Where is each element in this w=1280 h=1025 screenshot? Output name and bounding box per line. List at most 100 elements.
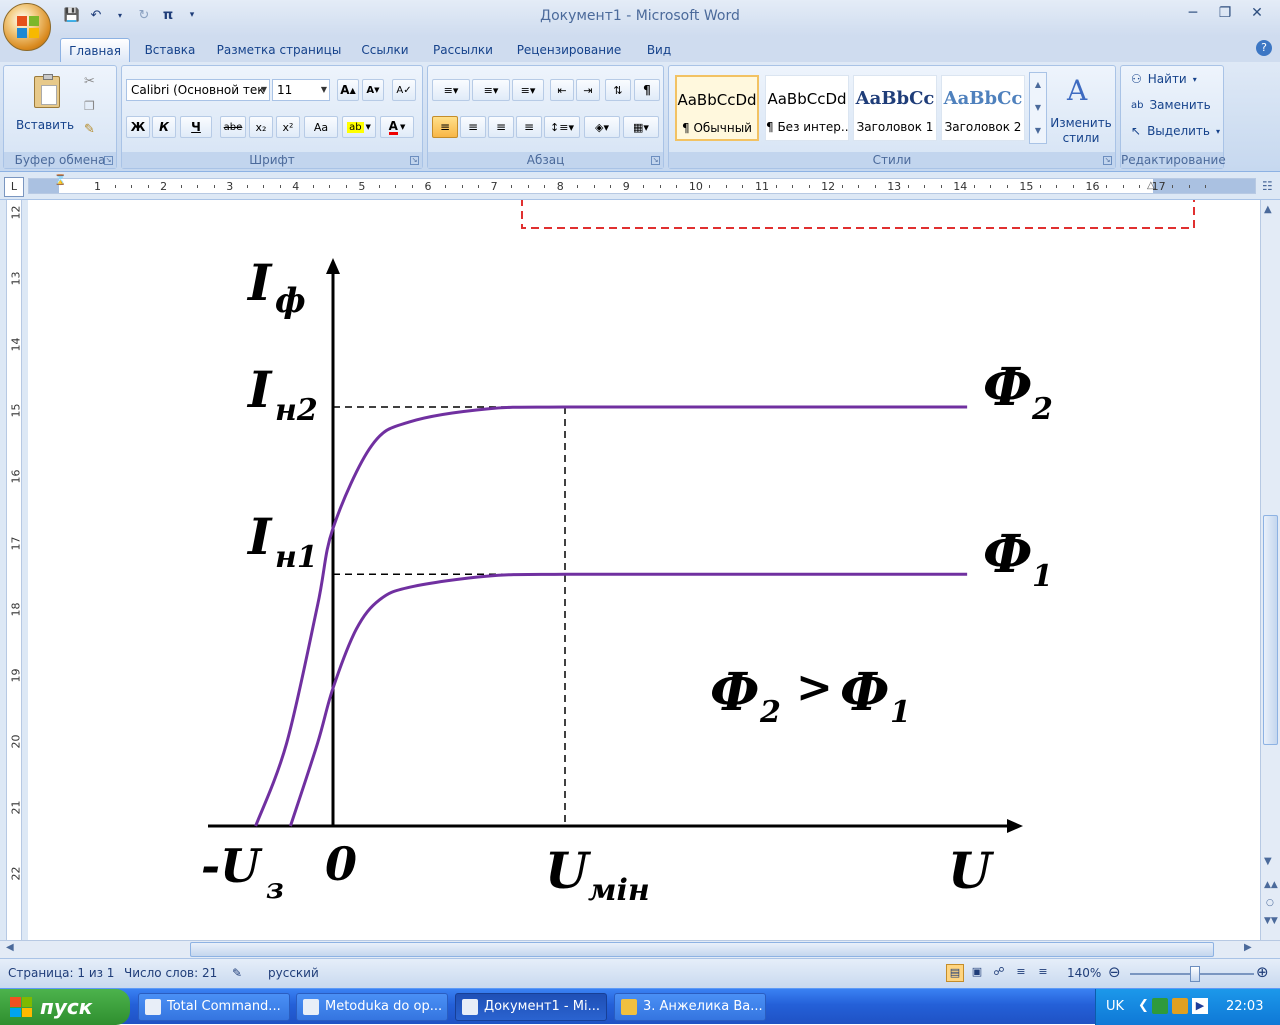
strikethrough-button[interactable]: abe	[220, 116, 246, 138]
justify-button[interactable]: ≡	[516, 116, 542, 138]
zoom-in-icon[interactable]: ⊕	[1256, 963, 1269, 981]
superscript-button[interactable]: x²	[276, 116, 300, 138]
language[interactable]: русский	[268, 966, 319, 980]
select-button[interactable]: ↖ Выделить ▾	[1131, 124, 1220, 138]
restore-button[interactable]: ❐	[1216, 4, 1234, 22]
document-page[interactable]: Iф Iн2 Iн1 -U з 0 Uмін U Ф 2 Ф 1 Ф 2 > Ф 1	[28, 189, 1260, 940]
tab-page-layout[interactable]: Разметка страницы	[212, 38, 346, 62]
task-document1[interactable]: Документ1 - Mi...	[455, 993, 607, 1021]
scroll-left-icon[interactable]: ◀	[6, 942, 14, 953]
find-button[interactable]: ⚇ Найти ▾	[1131, 72, 1197, 86]
change-case-button[interactable]: Aa	[304, 116, 338, 138]
minimize-button[interactable]: ─	[1184, 4, 1202, 22]
web-layout-view-icon[interactable]: ☍	[990, 964, 1008, 982]
align-right-button[interactable]: ≡	[488, 116, 514, 138]
tab-insert[interactable]: Вставка	[138, 38, 202, 62]
scroll-down-icon[interactable]: ▼	[1264, 856, 1272, 867]
styles-scroll[interactable]: ▲ ▼ ▼	[1029, 72, 1047, 144]
underline-button[interactable]: Ч	[180, 116, 212, 138]
align-left-button[interactable]: ≡	[432, 116, 458, 138]
proofing-icon[interactable]: ✎	[232, 966, 242, 980]
shading-button[interactable]: ◈▾	[584, 116, 620, 138]
format-painter-icon[interactable]: ✎	[84, 122, 95, 137]
vertical-scrollbar[interactable]: ▲ ▼ ▲▲ ○ ▼▼	[1260, 200, 1280, 940]
next-page-icon[interactable]: ▼▼	[1264, 916, 1278, 926]
scroll-thumb[interactable]	[190, 942, 1214, 957]
indent-marker-icon[interactable]: ⌛	[54, 175, 66, 186]
draft-view-icon[interactable]: ≡	[1034, 964, 1052, 982]
copy-icon[interactable]: ❐	[84, 99, 95, 113]
subscript-button[interactable]: x₂	[249, 116, 273, 138]
page-count[interactable]: Страница: 1 из 1	[8, 966, 114, 980]
tab-mailings[interactable]: Рассылки	[426, 38, 500, 62]
highlight-color-button[interactable]: ab ▼	[342, 116, 376, 138]
dialog-launcher-icon[interactable]: ↘	[410, 156, 419, 165]
tray-player-icon[interactable]: ▶	[1192, 998, 1208, 1014]
scroll-thumb[interactable]	[1263, 515, 1278, 745]
paste-button[interactable]: Вставить	[10, 72, 80, 138]
word-count[interactable]: Число слов: 21	[124, 966, 217, 980]
right-indent-marker-icon[interactable]: △	[1147, 180, 1155, 191]
decrease-indent-button[interactable]: ⇤	[550, 79, 574, 101]
task-total-commander[interactable]: Total Command...	[138, 993, 290, 1021]
sort-button[interactable]: ⇅	[605, 79, 631, 101]
full-screen-view-icon[interactable]: ▣	[968, 964, 986, 982]
tab-view[interactable]: Вид	[640, 38, 678, 62]
help-icon[interactable]: ?	[1256, 40, 1272, 56]
dialog-launcher-icon[interactable]: ↘	[651, 156, 660, 165]
grow-font-button[interactable]: A ▲	[337, 79, 359, 101]
show-marks-button[interactable]: ¶	[634, 79, 660, 101]
scroll-up-icon[interactable]: ▲	[1264, 204, 1272, 215]
tray-app-icon[interactable]	[1152, 998, 1168, 1014]
numbering-button[interactable]: ≡▾	[472, 79, 510, 101]
font-size-combo[interactable]: 11 ▼	[272, 79, 330, 101]
shrink-font-button[interactable]: A ▼	[362, 79, 384, 101]
scroll-right-icon[interactable]: ▶	[1244, 942, 1252, 953]
close-button[interactable]: ✕	[1248, 4, 1266, 22]
increase-indent-button[interactable]: ⇥	[576, 79, 600, 101]
horizontal-ruler[interactable]: L 1 2 3 4 5 6 7 8 9 10 11 12 13 14 15 16 17 ⌛ △ ☷	[0, 172, 1280, 200]
style-heading-2[interactable]: AaBbCc Заголовок 2	[941, 75, 1025, 141]
bullets-button[interactable]: ≡▾	[432, 79, 470, 101]
zoom-slider-thumb[interactable]	[1190, 966, 1200, 982]
tray-arrow-icon[interactable]: ❮	[1138, 998, 1149, 1013]
tab-selector[interactable]: L	[4, 177, 24, 197]
style-normal[interactable]: AaBbCcDd ¶ Обычный	[675, 75, 759, 141]
tab-review[interactable]: Рецензирование	[508, 38, 630, 62]
task-metoduka[interactable]: Metoduka do op...	[296, 993, 448, 1021]
language-indicator[interactable]: UK	[1106, 999, 1124, 1014]
ruler-bar[interactable]: 1 2 3 4 5 6 7 8 9 10 11 12 13 14 15 16 17 ⌛ △	[28, 175, 1256, 194]
prev-page-icon[interactable]: ▲▲	[1264, 880, 1278, 890]
style-no-spacing[interactable]: AaBbCcDd ¶ Без интер...	[765, 75, 849, 141]
multilevel-list-button[interactable]: ≡▾	[512, 79, 544, 101]
align-center-button[interactable]: ≡	[460, 116, 486, 138]
zoom-out-icon[interactable]: ⊖	[1108, 963, 1121, 981]
style-heading-1[interactable]: AaBbCc Заголовок 1	[853, 75, 937, 141]
zoom-level[interactable]: 140%	[1067, 966, 1101, 980]
borders-button[interactable]: ▦▾	[623, 116, 659, 138]
vertical-ruler[interactable]: 12 13 14 15 16 17 18 19 20 21 22	[0, 200, 28, 940]
word-doc-icon	[303, 999, 319, 1015]
replace-button[interactable]: ab Заменить	[1131, 98, 1211, 112]
dialog-launcher-icon[interactable]: ↘	[1103, 156, 1112, 165]
office-button[interactable]	[3, 3, 51, 51]
tray-network-icon[interactable]	[1172, 998, 1188, 1014]
task-anzhelika[interactable]: 3. Анжелика Ва...	[614, 993, 766, 1021]
browse-object-icon[interactable]: ○	[1266, 898, 1274, 908]
bold-button[interactable]: Ж	[126, 116, 150, 138]
tab-home[interactable]: Главная	[60, 38, 130, 62]
line-spacing-button[interactable]: ↕≡▾	[544, 116, 580, 138]
tab-references[interactable]: Ссылки	[354, 38, 416, 62]
cut-icon[interactable]: ✂	[84, 74, 95, 89]
start-button[interactable]: пуск	[0, 989, 130, 1025]
italic-button[interactable]: К	[152, 116, 176, 138]
dialog-launcher-icon[interactable]: ↘	[104, 156, 113, 165]
change-styles-button[interactable]: A Изменить стили	[1049, 72, 1113, 148]
print-layout-view-icon[interactable]: ▤	[946, 964, 964, 982]
outline-view-icon[interactable]: ≡	[1012, 964, 1030, 982]
font-name-combo[interactable]: Calibri (Основной тек ▼	[126, 79, 270, 101]
font-color-button[interactable]: A ▼	[380, 116, 414, 138]
clear-format-button[interactable]: A✓	[392, 79, 416, 101]
horizontal-scrollbar[interactable]: ◀ ▶	[0, 940, 1280, 958]
view-ruler-icon[interactable]: ☷	[1262, 179, 1273, 193]
